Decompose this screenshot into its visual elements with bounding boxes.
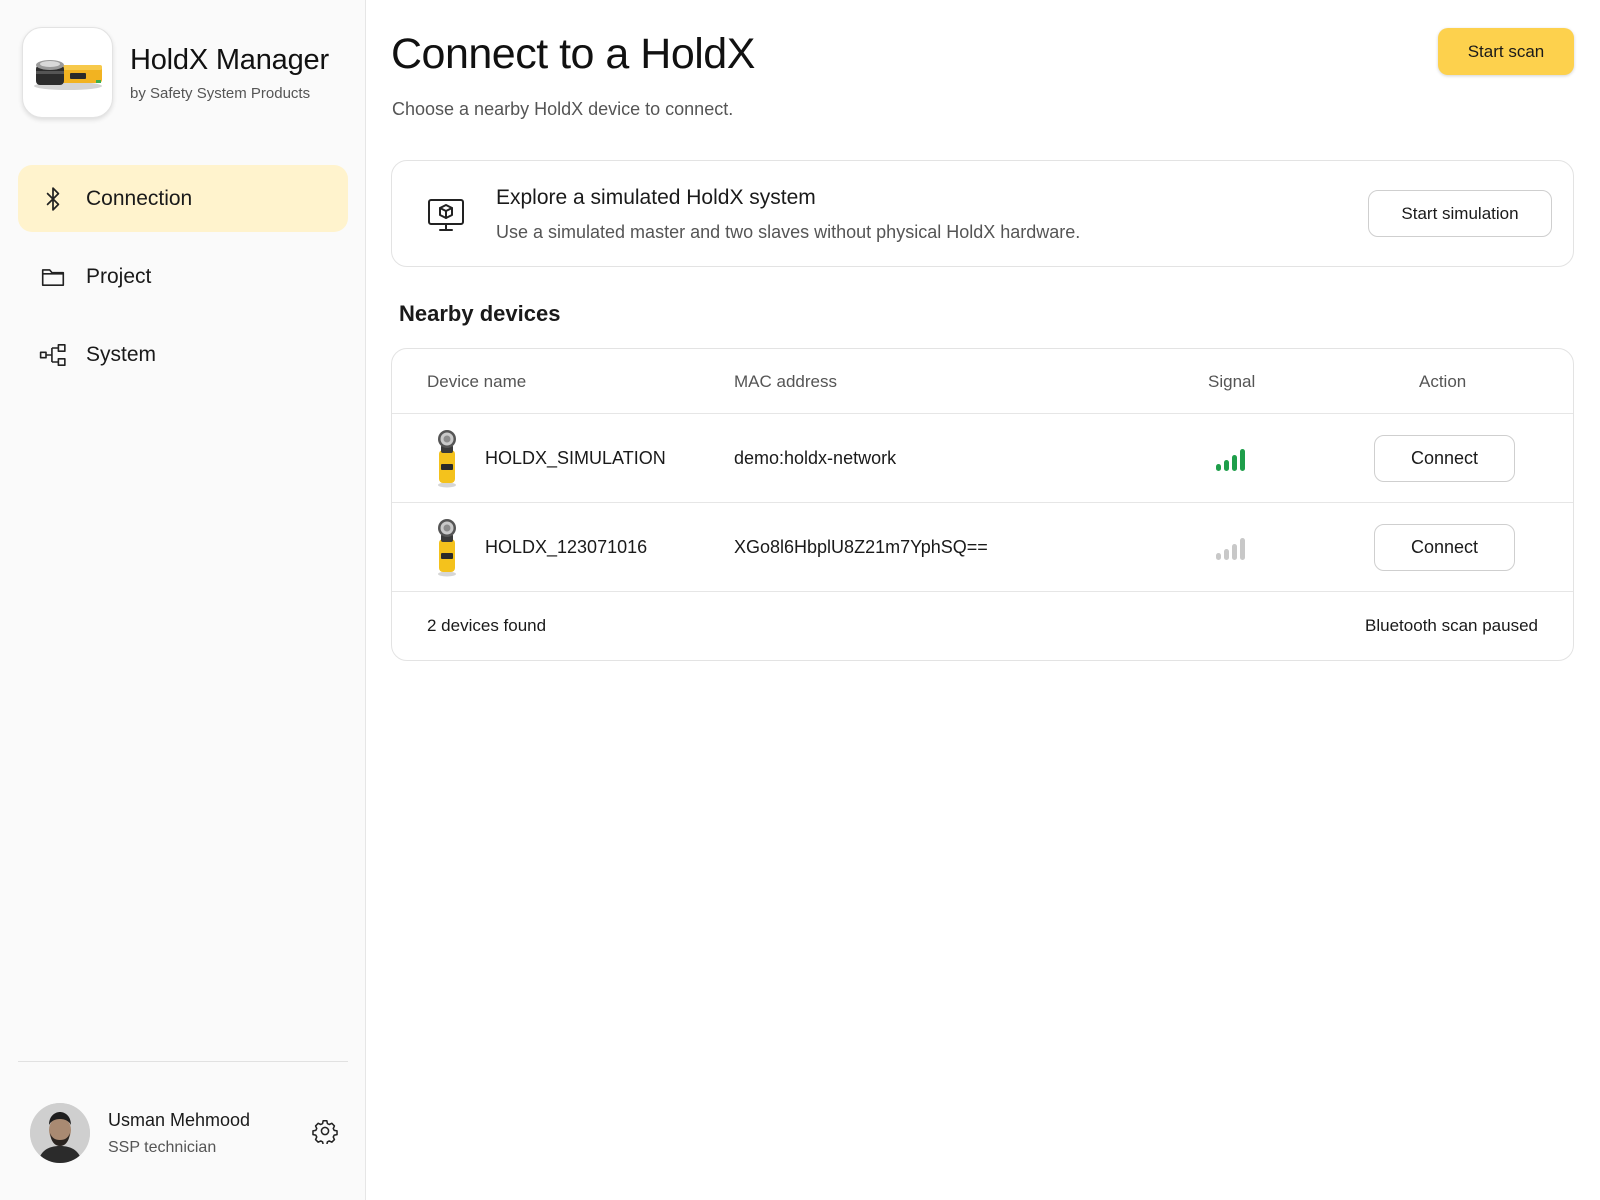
- signal-bar: [1224, 549, 1229, 560]
- device-mac-address: XGo8l6HbplU8Z21m7YphSQ==: [734, 537, 988, 557]
- sidebar-divider: [18, 1061, 348, 1062]
- sidebar-item-system[interactable]: System: [18, 321, 348, 388]
- devices-table: Device name MAC address Signal Action HO…: [391, 348, 1574, 661]
- sidebar-item-label: Connection: [86, 186, 193, 210]
- column-signal: Signal: [1208, 372, 1256, 391]
- signal-bar: [1216, 553, 1221, 560]
- simulation-card: Explore a simulated HoldX system Use a s…: [391, 160, 1574, 267]
- sidebar-nav: Connection Project System: [18, 165, 348, 399]
- device-name: HOLDX_123071016: [485, 537, 648, 557]
- connect-button[interactable]: Connect: [1374, 435, 1515, 482]
- user-role: SSP technician: [108, 1138, 217, 1156]
- page-subtitle: Choose a nearby HoldX device to connect.: [392, 99, 734, 119]
- scan-status: Bluetooth scan paused: [1365, 616, 1538, 635]
- start-scan-button[interactable]: Start scan: [1438, 28, 1574, 75]
- signal-bar: [1240, 449, 1245, 471]
- column-device-name: Device name: [427, 372, 527, 391]
- column-mac-address: MAC address: [734, 372, 837, 391]
- app-title: HoldX Manager: [130, 43, 329, 76]
- user-profile: Usman Mehmood SSP technician: [30, 1103, 348, 1163]
- sidebar-item-project[interactable]: Project: [18, 243, 348, 310]
- main-content: Connect to a HoldX Choose a nearby HoldX…: [366, 0, 1600, 1200]
- holdx-device-icon: [436, 517, 458, 577]
- user-name: Usman Mehmood: [108, 1109, 251, 1130]
- signal-bar: [1216, 464, 1221, 471]
- column-action: Action: [1419, 372, 1467, 391]
- app-subtitle: by Safety System Products: [130, 84, 311, 102]
- sidebar-item-label: System: [86, 342, 157, 366]
- signal-strength-icon: [1216, 449, 1245, 471]
- simulation-description: Use a simulated master and two slaves wi…: [496, 222, 1081, 242]
- devices-count: 2 devices found: [427, 616, 547, 635]
- simulation-title: Explore a simulated HoldX system: [496, 186, 816, 209]
- brand: HoldX Manager by Safety System Products: [22, 27, 329, 118]
- sidebar-item-connection[interactable]: Connection: [18, 165, 348, 232]
- settings-button[interactable]: [308, 1116, 342, 1150]
- avatar[interactable]: [30, 1103, 90, 1163]
- signal-bar: [1240, 538, 1245, 560]
- device-mac-address: demo:holdx-network: [734, 448, 897, 468]
- signal-bar: [1232, 455, 1237, 471]
- device-name: HOLDX_SIMULATION: [485, 448, 666, 468]
- start-simulation-button[interactable]: Start simulation: [1368, 190, 1552, 237]
- hierarchy-icon: [38, 340, 68, 370]
- gear-icon: [312, 1118, 338, 1149]
- table-row: HOLDX_123071016 XGo8l6HbplU8Z21m7YphSQ==…: [392, 503, 1573, 592]
- holdx-device-icon: [436, 428, 458, 488]
- signal-strength-icon: [1216, 538, 1245, 560]
- bluetooth-icon: [38, 184, 68, 214]
- nearby-devices-title: Nearby devices: [399, 301, 561, 326]
- signal-bar: [1224, 460, 1229, 471]
- page-title: Connect to a HoldX: [391, 30, 755, 78]
- monitor-cube-icon: [426, 195, 466, 235]
- holdx-device-logo: [22, 27, 113, 118]
- folder-icon: [38, 262, 68, 292]
- sidebar: HoldX Manager by Safety System Products …: [0, 0, 366, 1200]
- table-row: HOLDX_SIMULATION demo:holdx-network Conn…: [392, 414, 1573, 503]
- signal-bar: [1232, 544, 1237, 560]
- table-header: Device name MAC address Signal Action: [392, 349, 1573, 414]
- connect-button[interactable]: Connect: [1374, 524, 1515, 571]
- sidebar-item-label: Project: [86, 264, 152, 288]
